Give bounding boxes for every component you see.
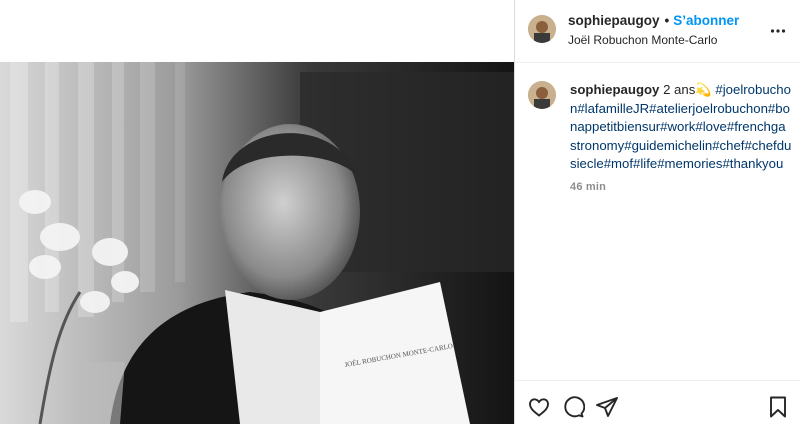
header-user-line: sophiepaugoy • S’abonner [568, 13, 739, 28]
caption-avatar-image [528, 81, 556, 109]
post-side-panel: sophiepaugoy • S’abonner Joël Robuchon Mon… [515, 0, 800, 424]
caption-timestamp: 46 min [570, 181, 607, 193]
follow-button[interactable]: S’abonner [673, 13, 739, 28]
post-top-margin [0, 0, 514, 62]
avatar[interactable] [528, 15, 556, 43]
caption-body: 2 ans💫 [663, 82, 712, 97]
share-icon[interactable] [595, 395, 619, 419]
caption-avatar[interactable] [528, 81, 556, 109]
more-options-icon[interactable] [770, 23, 786, 39]
post-photo-image: JOËL ROBUCHON MONTE-CARLO [0, 62, 514, 424]
separator-dot: • [664, 13, 670, 28]
avatar-image [528, 15, 556, 43]
bookmark-icon[interactable] [766, 395, 790, 419]
header-username[interactable]: sophiepaugoy [568, 13, 660, 28]
caption-text: sophiepaugoy 2 ans💫 #joelrobuchon#lafami… [570, 81, 792, 174]
post-header: sophiepaugoy • S’abonner Joël Robuchon Mon… [515, 0, 800, 63]
action-bar [515, 380, 800, 425]
location-link[interactable]: Joël Robuchon Monte-Carlo [568, 33, 717, 47]
caption-username[interactable]: sophiepaugoy [570, 82, 659, 97]
comment-icon[interactable] [561, 395, 586, 419]
heart-icon[interactable] [527, 395, 551, 419]
post-photo[interactable]: JOËL ROBUCHON MONTE-CARLO [0, 62, 514, 424]
